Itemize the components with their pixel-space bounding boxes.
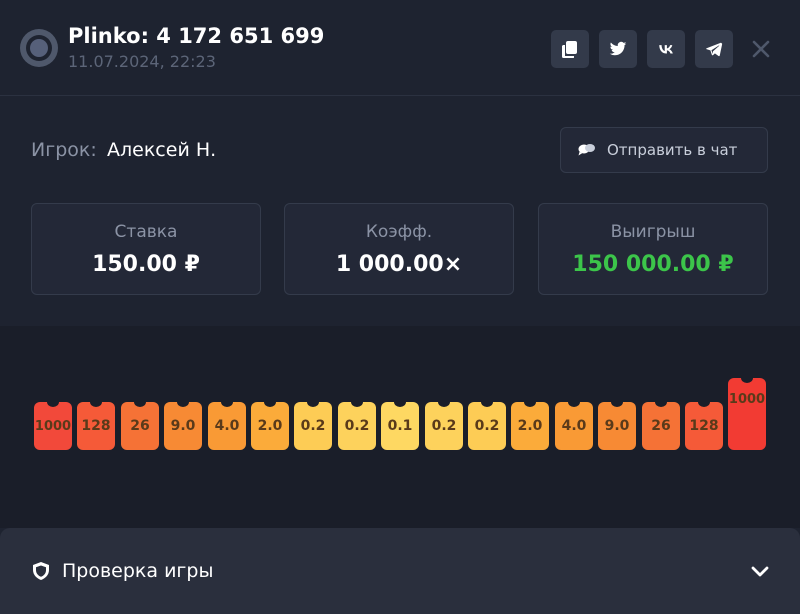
- multiplier-slot-label: 4.0: [561, 418, 587, 434]
- multiplier-slot: 9.0: [164, 402, 202, 450]
- game-title: Plinko: 4 172 651 699: [68, 24, 325, 48]
- multiplier-slot: 26: [121, 402, 159, 450]
- multiplier-slot: 2.0: [511, 402, 549, 450]
- multiplier-slot-label: 0.2: [474, 418, 500, 434]
- multiplier-slot-label: 9.0: [170, 418, 196, 434]
- close-icon: [752, 40, 770, 58]
- copy-icon: [562, 41, 577, 58]
- multiplier-slot: 2.0: [251, 402, 289, 450]
- multiplier-slot: 9.0: [598, 402, 636, 450]
- game-result-panel: Plinko: 4 172 651 699 11.07.2024, 22:23: [0, 0, 800, 614]
- multiplier-label: Коэфф.: [365, 222, 433, 242]
- bet-value: 150.00 ₽: [92, 252, 200, 277]
- multiplier-slot: 0.2: [294, 402, 332, 450]
- multiplier-slot-label: 1000: [34, 418, 72, 434]
- share-telegram-button[interactable]: [695, 30, 733, 68]
- panel-header: Plinko: 4 172 651 699 11.07.2024, 22:23: [0, 0, 800, 96]
- bet-card: Ставка 150.00 ₽: [31, 203, 261, 295]
- multiplier-slot-label: 0.2: [344, 418, 370, 434]
- chevron-down-icon: [749, 562, 771, 580]
- multiplier-slot-label: 4.0: [214, 418, 240, 434]
- twitter-icon: [609, 41, 627, 56]
- plinko-logo-icon: [20, 29, 58, 67]
- multiplier-slot: 1000: [34, 402, 72, 450]
- shield-icon: [31, 561, 51, 581]
- send-to-chat-button[interactable]: Отправить в чат: [560, 127, 768, 173]
- multiplier-slot-label: 9.0: [604, 418, 630, 434]
- multiplier-slot-label: 0.2: [300, 418, 326, 434]
- vk-icon: [659, 45, 673, 54]
- multiplier-slot: 1000: [728, 378, 766, 450]
- multiplier-slot: 128: [685, 402, 723, 450]
- multiplier-value: 1 000.00×: [335, 252, 463, 277]
- multiplier-slot: 0.2: [425, 402, 463, 450]
- multiplier-slot-label: 26: [651, 418, 671, 434]
- multiplier-slot-label: 128: [81, 418, 111, 434]
- bet-label: Ставка: [114, 222, 178, 242]
- multiplier-slot-label: 26: [130, 418, 150, 434]
- share-vk-button[interactable]: [647, 30, 685, 68]
- telegram-icon: [706, 42, 723, 57]
- multiplier-slot: 0.2: [338, 402, 376, 450]
- player-name: Алексей Н.: [107, 139, 217, 161]
- multiplier-slot-label: 0.1: [387, 418, 413, 434]
- multiplier-slot-label: 128: [689, 418, 719, 434]
- chat-bubbles-icon: [577, 142, 597, 158]
- send-to-chat-label: Отправить в чат: [607, 141, 738, 159]
- multiplier-slot-label: 2.0: [517, 418, 543, 434]
- game-date: 11.07.2024, 22:23: [68, 52, 216, 71]
- win-value: 150 000.00 ₽: [572, 252, 734, 277]
- copy-button[interactable]: [551, 30, 589, 68]
- player-label: Игрок:: [31, 139, 97, 161]
- game-verification-toggle[interactable]: Проверка игры: [0, 528, 800, 614]
- multiplier-slot: 0.2: [468, 402, 506, 450]
- multiplier-card: Коэфф. 1 000.00×: [284, 203, 514, 295]
- multiplier-slot: 4.0: [555, 402, 593, 450]
- win-card: Выигрыш 150 000.00 ₽: [538, 203, 768, 295]
- multiplier-slot: 26: [642, 402, 680, 450]
- plinko-board: 1000 128 26 9.0 4.0 2.0 0.2 0.2 0.1 0.2 0.2 2.0 4.0 9…: [0, 326, 800, 528]
- close-button[interactable]: [746, 32, 776, 66]
- multiplier-slot: 0.1: [381, 402, 419, 450]
- multiplier-slot: 4.0: [208, 402, 246, 450]
- multiplier-slot: 128: [77, 402, 115, 450]
- share-twitter-button[interactable]: [599, 30, 637, 68]
- multiplier-slot-label: 0.2: [431, 418, 457, 434]
- multiplier-slot-label: 1000: [728, 392, 766, 407]
- multiplier-slot-label: 2.0: [257, 418, 283, 434]
- win-label: Выигрыш: [610, 222, 696, 242]
- game-verification-title: Проверка игры: [62, 560, 214, 582]
